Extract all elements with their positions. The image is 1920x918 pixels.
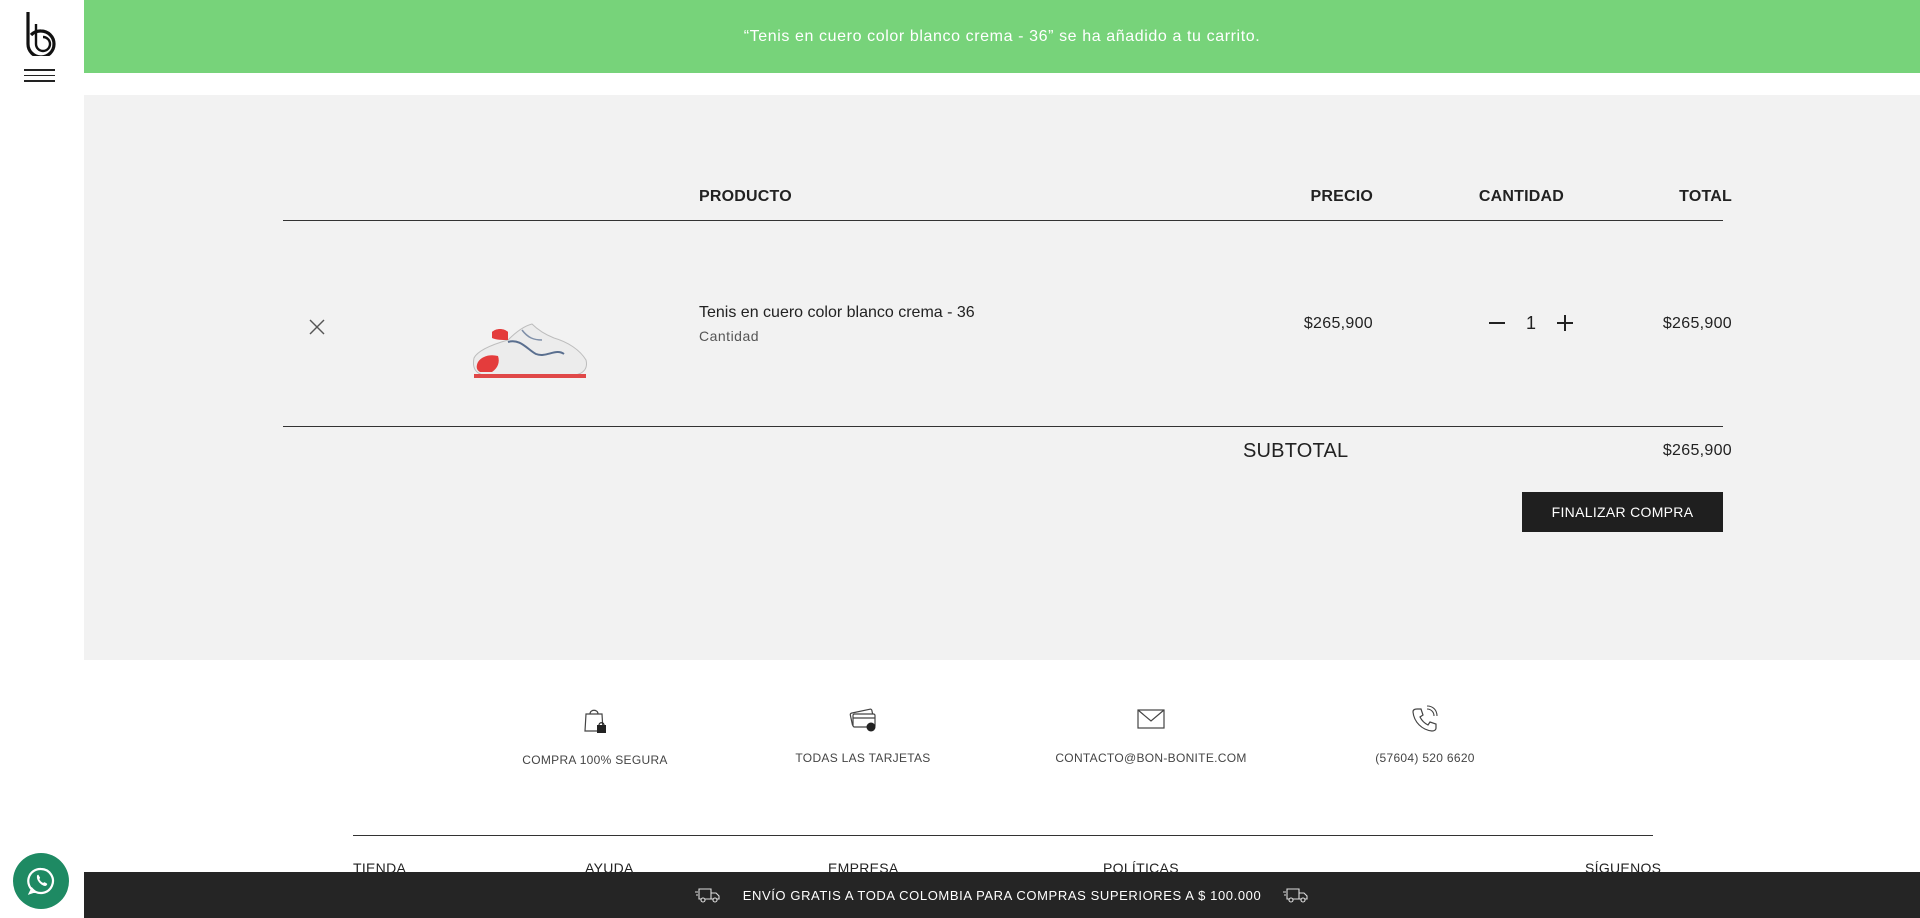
feature-label[interactable]: (57604) 520 6620 xyxy=(1305,751,1545,765)
menu-icon[interactable] xyxy=(24,69,55,85)
product-meta-label: Cantidad xyxy=(699,328,760,344)
shopping-bag-lock-icon xyxy=(584,709,606,733)
item-line-total: $265,900 xyxy=(1662,315,1732,332)
feature-contact-email[interactable]: CONTACTO@BON-BONITE.COM xyxy=(1031,705,1271,765)
cart-panel: PRODUCTO PRECIO CANTIDAD TOTAL Tenis en … xyxy=(84,95,1920,660)
whatsapp-button[interactable] xyxy=(13,853,69,909)
quantity-decrease-button[interactable] xyxy=(1486,312,1508,334)
notice-message: “Tenis en cuero color blanco crema - 36”… xyxy=(743,27,1261,45)
subtotal-label: SUBTOTAL xyxy=(1243,440,1349,462)
checkout-button[interactable]: FINALIZAR COMPRA xyxy=(1522,492,1723,532)
table-bottom-divider xyxy=(283,426,1723,427)
feature-secure-purchase: COMPRA 100% SEGURA xyxy=(475,705,715,767)
product-name-link[interactable]: Tenis en cuero color blanco crema - 36 xyxy=(699,304,975,322)
phone-icon xyxy=(1412,705,1438,732)
quantity-increase-button[interactable] xyxy=(1554,312,1576,334)
feature-label[interactable]: CONTACTO@BON-BONITE.COM xyxy=(1031,751,1271,765)
left-rail xyxy=(0,0,84,918)
product-image-sneaker[interactable] xyxy=(464,310,594,390)
free-shipping-bar: ENVÍO GRATIS A TODA COLOMBIA PARA COMPRA… xyxy=(84,872,1920,918)
subtotal-value: $265,900 xyxy=(1662,442,1732,459)
added-to-cart-notice: “Tenis en cuero color blanco crema - 36”… xyxy=(84,0,1920,73)
brand-logo[interactable] xyxy=(22,10,62,56)
delivery-truck-icon xyxy=(694,888,720,903)
free-shipping-text: ENVÍO GRATIS A TODA COLOMBIA PARA COMPRA… xyxy=(742,887,1262,903)
feature-all-cards: TODAS LAS TARJETAS xyxy=(743,705,983,765)
column-header-price: PRECIO xyxy=(1310,188,1373,205)
credit-cards-icon xyxy=(849,708,876,732)
quantity-value[interactable]: 1 xyxy=(1518,313,1544,334)
item-price: $265,900 xyxy=(1303,315,1373,332)
whatsapp-icon xyxy=(27,867,55,895)
feature-contact-phone[interactable]: (57604) 520 6620 xyxy=(1305,705,1545,765)
delivery-truck-icon xyxy=(1283,888,1308,903)
column-header-quantity: CANTIDAD xyxy=(1478,188,1564,205)
column-header-total: TOTAL xyxy=(1679,188,1732,205)
table-header-divider xyxy=(283,220,1723,221)
column-header-product: PRODUCTO xyxy=(699,188,792,205)
feature-label: COMPRA 100% SEGURA xyxy=(522,753,668,767)
quantity-stepper: 1 xyxy=(1486,309,1576,337)
feature-label: TODAS LAS TARJETAS xyxy=(795,751,931,765)
footer-divider xyxy=(353,835,1653,836)
remove-item-icon[interactable] xyxy=(308,318,326,336)
envelope-icon xyxy=(1137,709,1165,729)
